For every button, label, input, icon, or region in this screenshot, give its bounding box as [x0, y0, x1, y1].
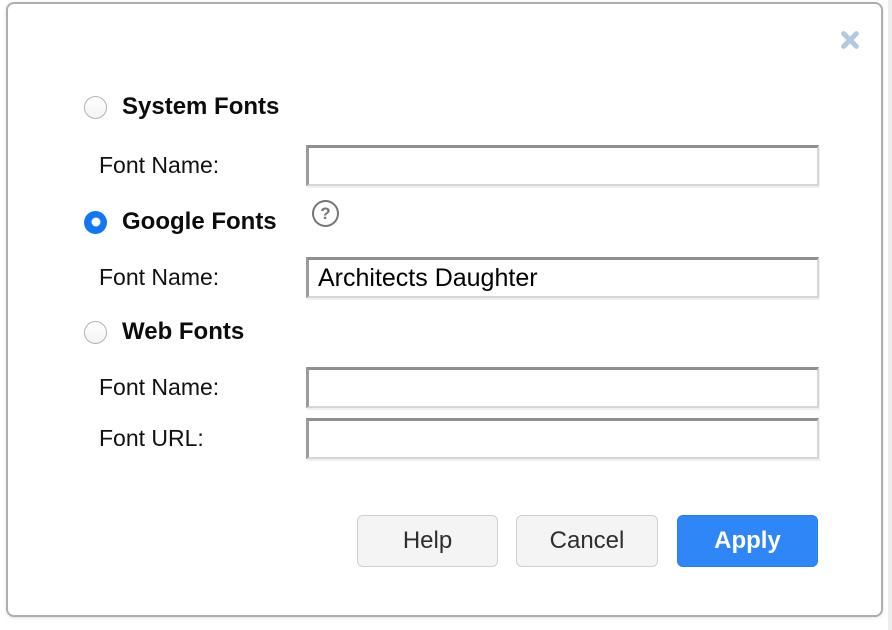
radio-google-fonts[interactable] [84, 211, 107, 234]
radio-label-system-fonts: System Fonts [122, 93, 279, 121]
web-font-url-label: Font URL: [99, 425, 306, 452]
radio-row-web-fonts: Web Fonts [84, 320, 244, 344]
radio-row-system-fonts: System Fonts [84, 95, 279, 119]
help-icon-glyph: ? [320, 205, 330, 222]
close-icon[interactable] [837, 27, 863, 53]
radio-row-google-fonts: Google Fonts [84, 210, 277, 234]
google-font-name-label: Font Name: [99, 264, 306, 291]
help-icon[interactable]: ? [312, 200, 339, 227]
cancel-button[interactable]: Cancel [516, 515, 658, 567]
web-font-name-label: Font Name: [99, 374, 306, 401]
system-font-name-input[interactable] [306, 145, 819, 186]
web-font-name-input[interactable] [306, 367, 819, 408]
radio-web-fonts[interactable] [84, 321, 107, 344]
help-button[interactable]: Help [357, 515, 498, 567]
page-edge-strip [888, 0, 892, 630]
radio-system-fonts[interactable] [84, 96, 107, 119]
field-row-web-font-name: Font Name: [99, 367, 819, 408]
system-font-name-label: Font Name: [99, 152, 306, 179]
font-settings-dialog: System Fonts Font Name: Google Fonts ? F… [6, 2, 883, 617]
apply-button[interactable]: Apply [677, 515, 818, 567]
web-font-url-input[interactable] [306, 418, 819, 459]
radio-label-web-fonts: Web Fonts [122, 318, 244, 346]
field-row-google-font-name: Font Name: [99, 257, 819, 298]
field-row-web-font-url: Font URL: [99, 418, 819, 459]
radio-label-google-fonts: Google Fonts [122, 208, 277, 236]
page-background: System Fonts Font Name: Google Fonts ? F… [0, 0, 892, 630]
google-font-name-input[interactable] [306, 257, 819, 298]
field-row-system-font-name: Font Name: [99, 145, 819, 186]
